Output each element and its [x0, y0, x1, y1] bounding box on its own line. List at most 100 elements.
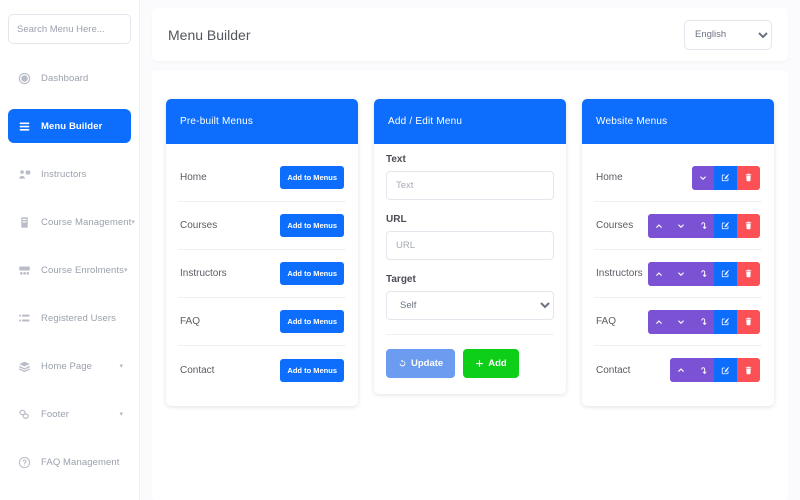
add-edit-menu-body: Text URL Target Self — [374, 144, 566, 394]
edit-button[interactable] — [714, 261, 737, 286]
content-panel: Pre-built Menus Home Add to Menus Courses A… — [152, 71, 788, 500]
sidebar-item-course-enrolments[interactable]: Course Enrolments ▾ — [8, 253, 131, 287]
add-to-menus-button[interactable]: Add to Menus — [280, 310, 344, 333]
prebuilt-menu-label: Home — [180, 172, 207, 183]
move-down-button[interactable] — [692, 165, 714, 190]
prebuilt-menu-label: Courses — [180, 220, 218, 231]
update-button-label: Update — [411, 358, 444, 369]
move-up-button[interactable] — [648, 213, 670, 238]
website-menus-header: Website Menus — [582, 99, 774, 144]
sidebar-search-wrap — [8, 0, 131, 54]
delete-button[interactable] — [737, 165, 760, 190]
move-up-icon — [655, 222, 663, 230]
sidebar-item-dashboard[interactable]: Dashboard — [8, 61, 131, 95]
language-select[interactable]: English — [684, 19, 772, 50]
make-sub-item-icon — [699, 221, 708, 230]
prebuilt-menu-label: Instructors — [180, 268, 227, 279]
add-to-menus-button[interactable]: Add to Menus — [280, 166, 344, 189]
sidebar-item-footer[interactable]: Footer ▾ — [8, 397, 131, 431]
edit-icon — [721, 269, 730, 278]
edit-button[interactable] — [714, 213, 737, 238]
edit-button[interactable] — [714, 358, 737, 382]
sidebar-item-follower-following[interactable]: Follower/Following▾ — [8, 493, 131, 500]
sidebar-item-registered-users[interactable]: Registered Users — [8, 301, 131, 335]
move-down-button[interactable] — [670, 261, 692, 286]
text-field-group: Text — [386, 154, 554, 200]
add-to-menus-button[interactable]: Add to Menus — [280, 358, 344, 382]
website-menu-actions — [648, 213, 760, 238]
website-menu-actions — [648, 309, 760, 334]
course-management-icon — [14, 216, 34, 229]
app-root: Dashboard Menu Builder Instructors Course M… — [0, 0, 800, 500]
search-input[interactable] — [8, 14, 131, 44]
add-button[interactable]: Add — [463, 349, 519, 378]
target-select[interactable]: Self — [386, 291, 554, 320]
target-field-label: Target — [386, 274, 416, 285]
update-button[interactable]: Update — [386, 349, 456, 378]
sidebar-item-faq-management[interactable]: FAQ Management — [8, 445, 131, 479]
delete-icon — [744, 221, 753, 230]
form-actions: Update Add — [386, 334, 554, 382]
delete-button[interactable] — [737, 358, 760, 382]
move-down-button[interactable] — [670, 309, 692, 334]
sidebar-item-course-management[interactable]: Course Management ▾ — [8, 205, 135, 239]
prebuilt-menu-row: Home Add to Menus — [178, 154, 346, 202]
website-menu-row: Home — [594, 154, 762, 202]
url-field-group: URL — [386, 214, 554, 260]
sidebar-item-label: Instructors — [41, 168, 87, 180]
make-sub-item-button[interactable] — [692, 358, 714, 382]
chevron-down-icon[interactable]: ▾ — [119, 410, 125, 418]
add-edit-menu-title: Add / Edit Menu — [388, 116, 463, 127]
move-up-button[interactable] — [670, 358, 692, 382]
move-up-button[interactable] — [648, 261, 670, 286]
add-edit-menu-card: Add / Edit Menu Text URL Target Self — [374, 99, 566, 394]
edit-icon — [721, 221, 730, 230]
prebuilt-menus-header: Pre-built Menus — [166, 99, 358, 144]
website-menus-card: Website Menus Home Courses Instructors FAQ C… — [582, 99, 774, 406]
registered-users-icon — [14, 312, 34, 325]
make-sub-item-button[interactable] — [692, 213, 714, 238]
move-down-icon — [677, 270, 685, 278]
edit-button[interactable] — [714, 165, 737, 190]
delete-button[interactable] — [737, 261, 760, 286]
website-menus-body: Home Courses Instructors FAQ Contact — [582, 144, 774, 406]
add-edit-menu-header: Add / Edit Menu — [374, 99, 566, 144]
edit-button[interactable] — [714, 309, 737, 334]
move-down-button[interactable] — [670, 213, 692, 238]
website-menu-row: Contact — [594, 346, 762, 394]
url-input[interactable] — [386, 231, 554, 260]
delete-icon — [744, 173, 753, 182]
sidebar-item-menu-builder[interactable]: Menu Builder — [8, 109, 131, 143]
delete-button[interactable] — [737, 309, 760, 334]
add-button-label: Add — [488, 358, 507, 369]
topbar: Menu Builder English — [152, 8, 788, 61]
sidebar-item-label: FAQ Management — [41, 456, 120, 468]
add-to-menus-button[interactable]: Add to Menus — [280, 214, 344, 237]
sidebar-item-instructors[interactable]: Instructors — [8, 157, 131, 191]
sidebar-item-home-page[interactable]: Home Page ▾ — [8, 349, 131, 383]
make-sub-item-button[interactable] — [692, 261, 714, 286]
add-to-menus-button[interactable]: Add to Menus — [280, 262, 344, 285]
target-field-group: Target Self — [386, 274, 554, 320]
chevron-down-icon[interactable]: ▾ — [124, 266, 130, 274]
delete-icon — [744, 269, 753, 278]
website-menu-row: Instructors — [594, 250, 762, 298]
text-input[interactable] — [386, 171, 554, 200]
make-sub-item-button[interactable] — [692, 309, 714, 334]
menu-builder-icon — [14, 120, 34, 133]
refresh-icon — [398, 359, 407, 368]
faq-icon — [14, 456, 34, 469]
dashboard-icon — [14, 72, 34, 85]
move-down-icon — [699, 174, 707, 182]
sidebar: Dashboard Menu Builder Instructors Course M… — [0, 0, 140, 500]
chevron-down-icon[interactable]: ▾ — [131, 218, 137, 226]
move-up-icon — [655, 270, 663, 278]
sidebar-item-label: Menu Builder — [41, 120, 103, 132]
website-menu-row: Courses — [594, 202, 762, 250]
move-up-button[interactable] — [648, 309, 670, 334]
chevron-down-icon[interactable]: ▾ — [119, 362, 125, 370]
delete-button[interactable] — [737, 213, 760, 238]
sidebar-item-label: Course Management — [41, 216, 132, 228]
website-menu-actions — [692, 165, 760, 190]
page-title: Menu Builder — [168, 26, 251, 43]
